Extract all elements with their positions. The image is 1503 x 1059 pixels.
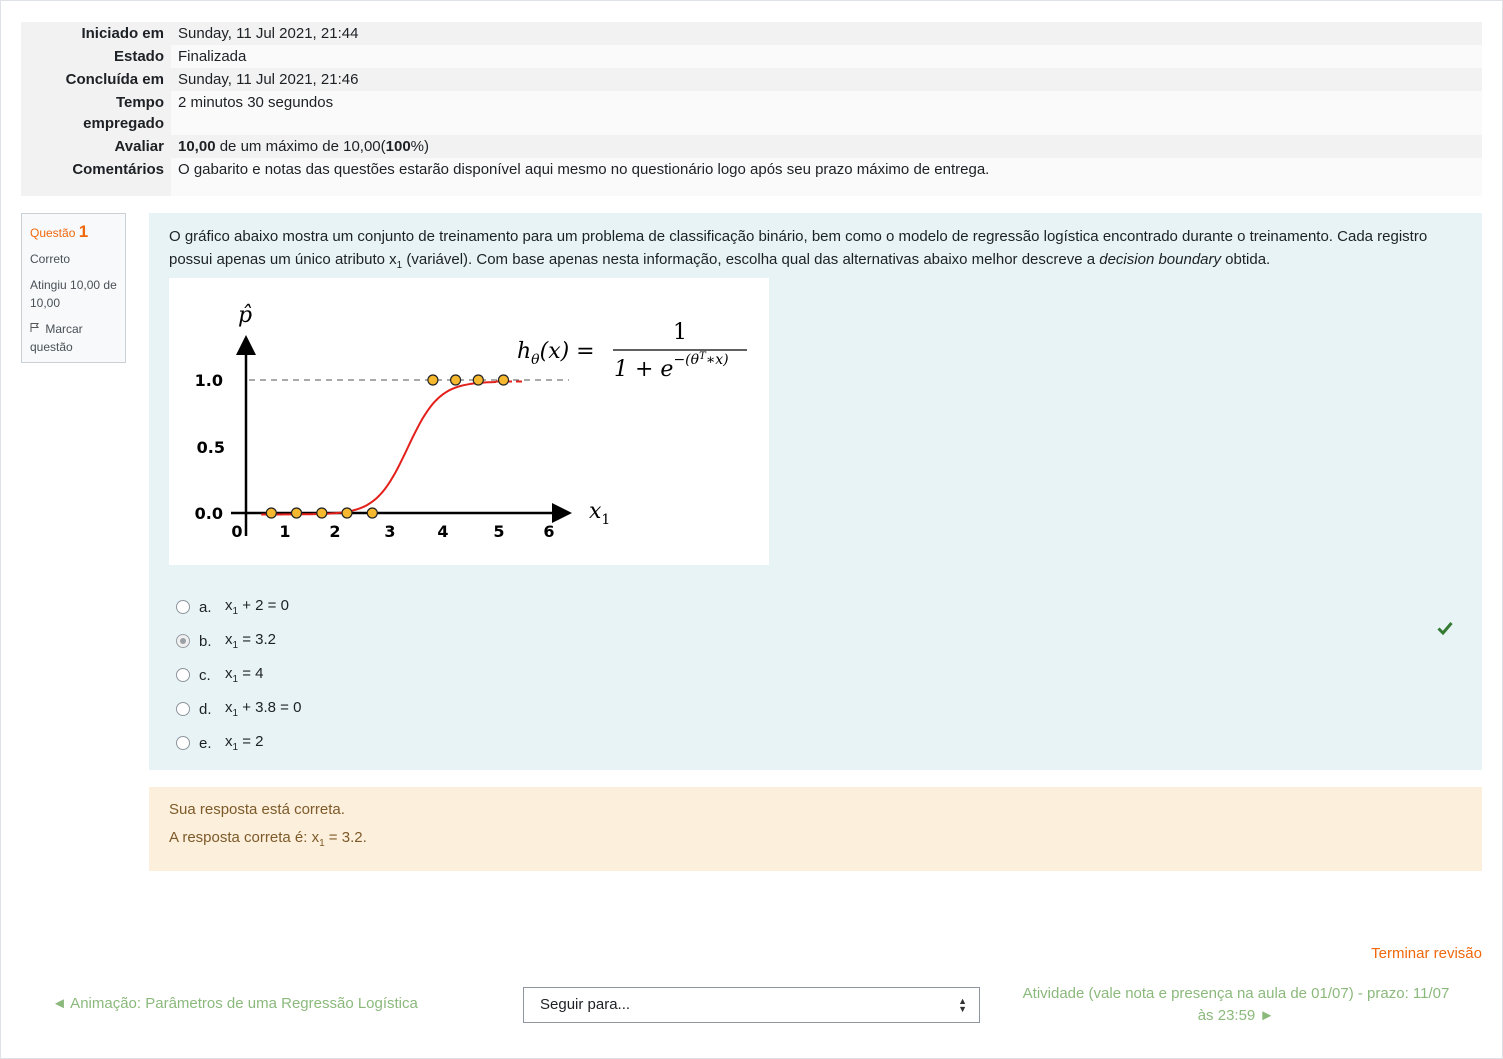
answer-letter: b. (199, 632, 212, 650)
data-point (472, 374, 484, 386)
answer-radio[interactable] (176, 668, 190, 682)
data-point (497, 374, 510, 386)
summary-row-comments: Comentários O gabarito e notas das quest… (21, 158, 1482, 196)
svg-text:hθ(x) =: hθ(x) = (517, 339, 595, 368)
summary-value: 10,00 de um máximo de 10,00(100%) (171, 135, 1482, 158)
summary-value: 2 minutos 30 segundos (171, 91, 1482, 135)
answer-radio[interactable] (176, 702, 190, 716)
summary-label: Avaliar (21, 135, 171, 158)
y-axis-label: p̂ (238, 303, 252, 328)
answer-letter: d. (199, 700, 212, 718)
correct-answer-text: A resposta correta é: x1 = 3.2. (169, 829, 367, 849)
summary-row-completed: Concluída em Sunday, 11 Jul 2021, 21:46 (21, 68, 1482, 91)
jump-to-select[interactable]: Seguir para... ▲ ▼ (523, 987, 980, 1023)
answer-radio[interactable] (176, 600, 190, 614)
summary-label: Concluída em (21, 68, 171, 91)
question-content: O gráfico abaixo mostra um conjunto de t… (149, 213, 1482, 770)
question-state: Correto (30, 252, 71, 266)
summary-row-started: Iniciado em Sunday, 11 Jul 2021, 21:44 (21, 22, 1482, 45)
question-grade: Atingiu 10,00 de 10,00 (30, 278, 117, 310)
y-tick-label: 0.0 (195, 504, 223, 523)
svg-text:1: 1 (673, 320, 687, 345)
x-tick-label: 4 (437, 522, 448, 541)
data-point (316, 507, 328, 519)
next-activity-link[interactable]: Atividade (vale nota e presença na aula … (1016, 983, 1456, 1027)
x-tick-labels: 0 1 2 3 4 5 6 (231, 522, 554, 541)
summary-value: Sunday, 11 Jul 2021, 21:44 (171, 22, 1482, 45)
answer-feedback: Sua resposta está correta. A resposta co… (149, 787, 1482, 871)
finish-review-link[interactable]: Terminar revisão (1371, 945, 1482, 962)
jump-to-selected-value: Seguir para... (540, 996, 631, 1013)
feedback-message: Sua resposta está correta. (169, 801, 345, 818)
summary-row-state: Estado Finalizada (21, 45, 1482, 68)
answer-text: x1 + 3.8 = 0 (225, 699, 302, 719)
summary-label: Estado (21, 45, 171, 68)
answer-letter: e. (199, 734, 212, 752)
summary-label: Iniciado em (21, 22, 171, 45)
data-point (427, 374, 439, 386)
question-number: Questão 1 (30, 222, 89, 241)
data-point (450, 374, 462, 386)
data-point (265, 507, 277, 519)
summary-value: Finalizada (171, 45, 1482, 68)
summary-row-time: Tempo empregado 2 minutos 30 segundos (21, 91, 1482, 135)
answer-text: x1 + 2 = 0 (225, 597, 289, 617)
summary-value: Sunday, 11 Jul 2021, 21:46 (171, 68, 1482, 91)
x-axis-label: x1 (589, 499, 610, 528)
previous-activity-link[interactable]: ◄ Animação: Parâmetros de uma Regressão … (52, 995, 418, 1012)
answer-text: x1 = 4 (225, 665, 264, 685)
sigmoid-formula: hθ(x) = 1 1 + e−(θT∗x) (517, 320, 747, 382)
x-tick-label: 5 (493, 522, 504, 541)
question-text: O gráfico abaixo mostra um conjunto de t… (169, 228, 1428, 271)
question-info-box: Questão 1 Correto Atingiu 10,00 de 10,00… (21, 213, 126, 363)
y-tick-label: 0.5 (197, 438, 225, 457)
answer-letter: a. (199, 598, 212, 616)
summary-value: O gabarito e notas das questões estarão … (171, 158, 1482, 196)
x-tick-label: 6 (543, 522, 554, 541)
answer-radio[interactable] (176, 736, 190, 750)
x-tick-label: 3 (384, 522, 395, 541)
data-point (366, 507, 378, 519)
x-tick-label: 2 (329, 522, 340, 541)
answer-radio-selected[interactable] (176, 634, 190, 648)
x-tick-label: 1 (279, 522, 290, 541)
summary-label: Comentários (21, 158, 171, 196)
flag-icon (30, 320, 42, 338)
data-points (265, 374, 510, 519)
summary-label: Tempo empregado (21, 91, 171, 135)
answer-option-e[interactable]: e. x1 = 2 (176, 726, 301, 760)
x-tick-label: 0 (231, 522, 242, 541)
answer-option-a[interactable]: a. x1 + 2 = 0 (176, 590, 301, 624)
answer-options: a. x1 + 2 = 0 b. x1 = 3.2 c. x1 = 4 d. x… (176, 590, 301, 760)
svg-text:1 + e−(θT∗x): 1 + e−(θT∗x) (614, 351, 729, 382)
flag-question-button[interactable]: Marcar questão (30, 320, 117, 356)
answer-text: x1 = 2 (225, 733, 264, 753)
answer-option-d[interactable]: d. x1 + 3.8 = 0 (176, 692, 301, 726)
logistic-regression-figure: p̂ x1 1.0 0.5 0.0 0 1 2 3 4 5 6 hθ(x) = 1 1 + … (169, 278, 769, 565)
attempt-summary-table: Iniciado em Sunday, 11 Jul 2021, 21:44 E… (21, 22, 1482, 196)
select-arrows-icon: ▲ ▼ (958, 996, 967, 1014)
data-point (290, 507, 303, 519)
answer-option-c[interactable]: c. x1 = 4 (176, 658, 301, 692)
summary-row-grade: Avaliar 10,00 de um máximo de 10,00(100%… (21, 135, 1482, 158)
sigmoid-curve (261, 381, 497, 516)
answer-text: x1 = 3.2 (225, 631, 277, 651)
data-point (341, 507, 353, 519)
checkmark-icon (1437, 621, 1453, 639)
answer-letter: c. (199, 666, 211, 684)
y-tick-label: 1.0 (195, 371, 223, 390)
answer-option-b[interactable]: b. x1 = 3.2 (176, 624, 301, 658)
